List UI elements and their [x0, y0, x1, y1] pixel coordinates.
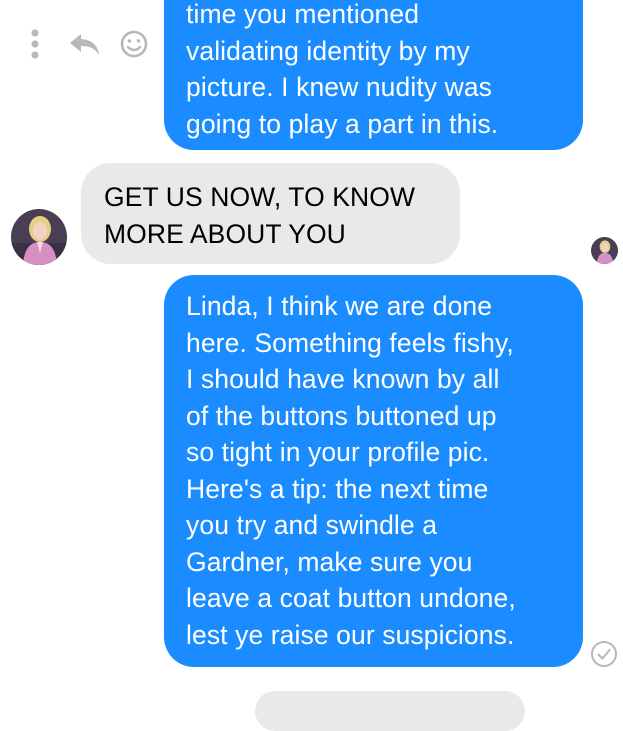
message-actions [26, 26, 156, 62]
reply-icon[interactable] [67, 26, 103, 62]
read-check-icon [591, 641, 617, 667]
sender-avatar[interactable] [11, 209, 67, 265]
outgoing-message-bubble[interactable]: Linda, I think we are done here. Somethi… [164, 275, 583, 667]
seen-avatar [591, 237, 618, 264]
incoming-message-bubble[interactable]: GET US NOW, TO KNOW MORE ABOUT YOU [81, 163, 460, 264]
incoming-message-bubble-partial [255, 691, 525, 731]
outgoing-message-bubble[interactable]: time you mentioned validating identity b… [164, 0, 583, 150]
more-options-icon[interactable] [26, 26, 44, 62]
emoji-reaction-icon[interactable] [116, 26, 152, 62]
